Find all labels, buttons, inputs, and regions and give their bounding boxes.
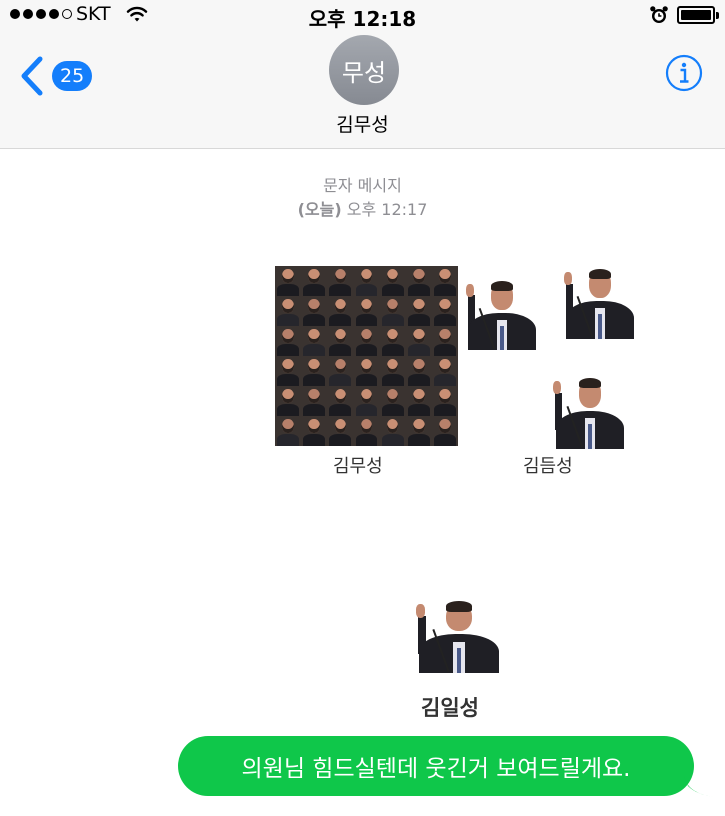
message-time: 오후 12:17 — [346, 200, 428, 219]
unread-count-badge: 25 — [52, 61, 93, 91]
collage-tile — [406, 356, 432, 386]
collage-tile — [327, 416, 353, 446]
collage-tile — [432, 266, 458, 296]
thread-timestamp: 문자 메시지 (오늘) 오후 12:17 — [0, 174, 725, 222]
collage-tile — [275, 386, 301, 416]
sent-message-bubble[interactable]: 의원님 힘드실텐데 웃긴거 보여드릴게요. — [178, 736, 694, 796]
message-type-label: 문자 메시지 — [323, 176, 402, 195]
collage-tile — [353, 386, 379, 416]
status-bar: SKT 오후 12:18 — [0, 0, 725, 32]
collage-tile — [301, 296, 327, 326]
bubble-tail — [684, 776, 714, 797]
collage-tile — [301, 356, 327, 386]
collage-tile — [406, 326, 432, 356]
sent-message-text: 의원님 힘드실텐데 웃긴거 보여드릴게요. — [241, 756, 631, 782]
collage-tile — [301, 386, 327, 416]
collage-tile — [380, 326, 406, 356]
status-time: 오후 12:18 — [308, 7, 417, 31]
collage-tile — [380, 356, 406, 386]
collage-tile — [353, 296, 379, 326]
collage-tile — [275, 326, 301, 356]
collage-tile — [353, 326, 379, 356]
collage-tile — [275, 416, 301, 446]
collage-tile — [432, 296, 458, 326]
portrait-image — [462, 278, 542, 350]
collage-tile — [353, 416, 379, 446]
collage-tile — [301, 266, 327, 296]
collage-tile — [275, 356, 301, 386]
collage-tile — [406, 296, 432, 326]
collage-tile — [380, 416, 406, 446]
collage-tile — [353, 266, 379, 296]
collage-tile — [380, 296, 406, 326]
chevron-left-icon — [21, 56, 43, 96]
collage-tile — [301, 326, 327, 356]
alarm-clock-icon — [650, 6, 668, 23]
collage-tile — [327, 296, 353, 326]
collage-tile — [406, 266, 432, 296]
collage-tile — [432, 416, 458, 446]
collage-tile — [301, 416, 327, 446]
collage-tile — [327, 326, 353, 356]
collage-tile — [327, 266, 353, 296]
portrait-image — [549, 375, 631, 449]
collage-tile — [406, 386, 432, 416]
message-day: (오늘) — [297, 200, 342, 219]
message-date: (오늘) 오후 12:17 — [0, 198, 725, 222]
info-icon[interactable] — [665, 54, 703, 92]
contact-name[interactable]: 김무성 — [0, 110, 725, 137]
image-caption: 김일성 — [421, 695, 479, 720]
image-caption: 김듬성 — [523, 456, 573, 477]
collage-tile — [275, 296, 301, 326]
collage-tile — [432, 326, 458, 356]
portrait-image — [560, 266, 640, 339]
collage-tile — [353, 356, 379, 386]
collage-tile — [327, 356, 353, 386]
collage-tile — [406, 416, 432, 446]
image-caption: 김무성 — [333, 456, 383, 477]
collage-tile — [327, 386, 353, 416]
conversation-header: 25 무성 김무성 — [0, 32, 725, 149]
collage-tile — [432, 356, 458, 386]
collage-tile — [380, 266, 406, 296]
back-button[interactable]: 25 — [16, 56, 93, 96]
contact-avatar[interactable]: 무성 — [329, 35, 399, 105]
portrait-image — [411, 598, 507, 673]
collage-tile — [275, 266, 301, 296]
collage-tile — [380, 386, 406, 416]
battery-icon — [677, 6, 719, 24]
tiled-portrait-image — [275, 266, 458, 446]
collage-tile — [432, 386, 458, 416]
